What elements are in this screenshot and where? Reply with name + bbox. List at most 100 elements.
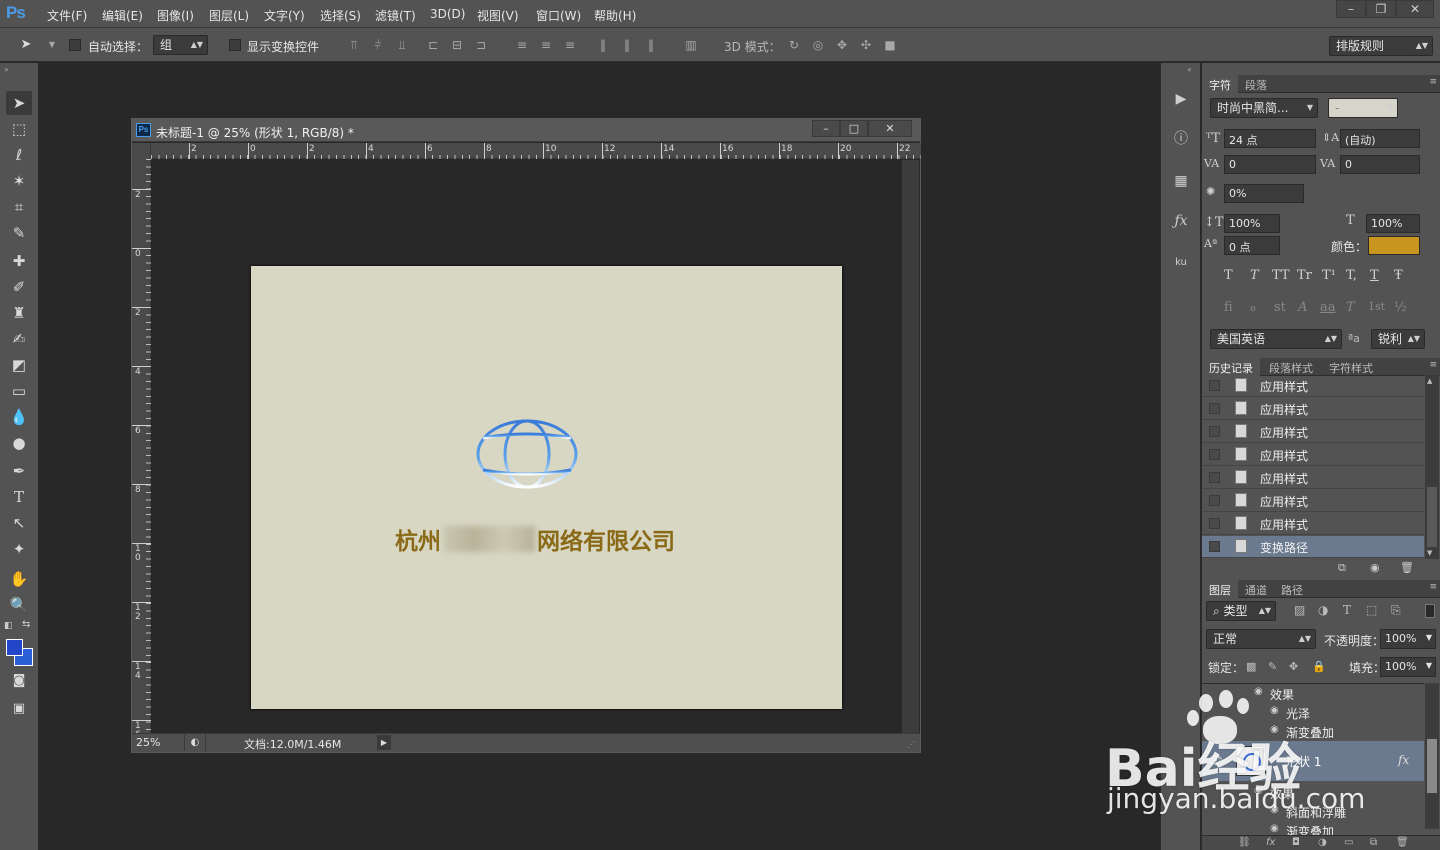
auto-select-checkbox[interactable] bbox=[69, 39, 81, 51]
tab-history[interactable]: 历史记录 bbox=[1202, 358, 1260, 376]
tab-paths[interactable]: 路径 bbox=[1274, 580, 1310, 598]
align-right-icon[interactable]: ⊐ bbox=[473, 37, 489, 53]
distribute-vcenter-icon[interactable]: ≡ bbox=[538, 37, 554, 53]
minimize-button[interactable]: – bbox=[1336, 0, 1366, 18]
document-titlebar[interactable]: Ps 未标题-1 @ 25% (形状 1, RGB/8) * – □ ✕ bbox=[132, 119, 920, 142]
snapshot-camera-icon[interactable]: ◉ bbox=[1370, 561, 1380, 574]
align-left-icon[interactable]: ⊏ bbox=[425, 37, 441, 53]
superscript-icon[interactable]: T¹ bbox=[1322, 268, 1336, 283]
company-name-text[interactable]: 杭州 网络有限公司 bbox=[395, 522, 675, 556]
tab-paragraph-styles[interactable]: 段落样式 bbox=[1262, 358, 1320, 376]
layers-scrollbar[interactable] bbox=[1425, 683, 1439, 829]
effect-eye-icon[interactable]: ◉ bbox=[1270, 823, 1279, 834]
distribute-left-icon[interactable]: ‖ bbox=[595, 37, 611, 53]
screen-mode-icon[interactable]: ▣ bbox=[6, 697, 32, 721]
history-item[interactable]: 应用样式 bbox=[1202, 421, 1424, 443]
filter-type-icon[interactable]: T bbox=[1343, 603, 1351, 617]
canvas-area[interactable]: 杭州 网络有限公司 bbox=[152, 160, 902, 733]
ligatures-icon[interactable]: fi bbox=[1224, 300, 1233, 315]
discretionary-ligatures-icon[interactable]: ℴ bbox=[1250, 300, 1256, 315]
new-group-icon[interactable]: ▭ bbox=[1344, 837, 1353, 848]
layer-row-shape-1[interactable]: 👁 形状 1 fx bbox=[1202, 741, 1424, 781]
auto-align-icon[interactable]: ▥ bbox=[683, 37, 699, 53]
horizontal-scale-field[interactable]: 100% bbox=[1366, 214, 1420, 233]
history-snapshot-checkbox[interactable] bbox=[1209, 403, 1220, 414]
stylistic-alternates-icon[interactable]: st bbox=[1274, 300, 1286, 315]
gradient-tool-icon[interactable]: ▭ bbox=[6, 379, 32, 403]
history-brush-tool-icon[interactable]: ✍ bbox=[6, 327, 32, 351]
ku-icon[interactable]: ku bbox=[1169, 251, 1193, 275]
tracking-field[interactable]: 0 bbox=[1340, 155, 1420, 174]
history-item[interactable]: 应用样式 bbox=[1202, 375, 1424, 397]
layers-panel-menu-icon[interactable]: ≡ bbox=[1429, 582, 1437, 592]
filter-shape-icon[interactable]: ⬚ bbox=[1366, 603, 1377, 617]
character-panel-menu-icon[interactable]: ≡ bbox=[1429, 77, 1437, 87]
tab-channels[interactable]: 通道 bbox=[1238, 580, 1274, 598]
history-scroll-thumb[interactable] bbox=[1427, 487, 1437, 547]
3d-slide-icon[interactable]: ✣ bbox=[858, 37, 874, 53]
tab-paragraph[interactable]: 段落 bbox=[1238, 75, 1274, 93]
history-item[interactable]: 应用样式 bbox=[1202, 444, 1424, 466]
scroll-down-icon[interactable]: ▼ bbox=[1427, 549, 1432, 557]
effect-eye-icon[interactable]: ◉ bbox=[1254, 785, 1263, 796]
delete-layer-icon[interactable]: 🗑 bbox=[1396, 837, 1409, 848]
filter-smart-object-icon[interactable]: ⎘ bbox=[1391, 603, 1401, 618]
align-top-icon[interactable]: ⫪ bbox=[346, 37, 362, 53]
show-transform-checkbox[interactable] bbox=[229, 39, 241, 51]
opacity-field[interactable]: 100% ▼ bbox=[1380, 629, 1436, 649]
foreground-color-swatch[interactable] bbox=[6, 639, 23, 656]
tab-layers[interactable]: 图层 bbox=[1202, 580, 1238, 598]
quick-mask-icon[interactable]: ◙ bbox=[6, 669, 32, 693]
swatches-icon[interactable]: ▦ bbox=[1169, 169, 1193, 193]
font-size-field[interactable]: 24 点 bbox=[1224, 129, 1316, 148]
small-caps-icon[interactable]: Tr bbox=[1297, 268, 1312, 283]
layer-effect-row[interactable]: ◉ 效果 bbox=[1202, 783, 1424, 802]
new-layer-icon[interactable]: ⧉ bbox=[1370, 837, 1377, 848]
brush-tool-icon[interactable]: ✐ bbox=[6, 275, 32, 299]
leading-field[interactable]: (自动) bbox=[1340, 129, 1420, 148]
styles-fx-icon[interactable]: ƒx bbox=[1169, 209, 1193, 233]
strikethrough-icon[interactable]: Ŧ bbox=[1394, 268, 1403, 283]
history-delete-icon[interactable]: 🗑 bbox=[1400, 561, 1414, 574]
3d-rotate-icon[interactable]: ↻ bbox=[786, 37, 802, 53]
tsume-field[interactable]: 0% bbox=[1224, 184, 1304, 203]
effect-eye-icon[interactable]: ◉ bbox=[1270, 724, 1279, 735]
menu-window[interactable]: 窗口(W) bbox=[536, 7, 581, 24]
eraser-tool-icon[interactable]: ◩ bbox=[6, 353, 32, 377]
distribute-hcenter-icon[interactable]: ‖ bbox=[619, 37, 635, 53]
lock-position-icon[interactable]: ✥ bbox=[1289, 660, 1298, 673]
globe-logo[interactable] bbox=[475, 418, 579, 490]
add-mask-icon[interactable]: ◘ bbox=[1292, 837, 1300, 848]
workspace-dropdown[interactable]: 排版规则 ▲▼ bbox=[1329, 36, 1433, 56]
history-item[interactable]: 应用样式 bbox=[1202, 467, 1424, 489]
history-panel-menu-icon[interactable]: ≡ bbox=[1429, 360, 1437, 370]
menu-view[interactable]: 视图(V) bbox=[477, 7, 519, 24]
text-color-swatch[interactable] bbox=[1368, 236, 1420, 255]
history-item[interactable]: 应用样式 bbox=[1202, 490, 1424, 512]
language-dropdown[interactable]: 美国英语 ▲▼ bbox=[1210, 329, 1342, 349]
fill-field[interactable]: 100% ▼ bbox=[1380, 657, 1436, 677]
menu-file[interactable]: 文件(F) bbox=[47, 7, 87, 24]
tab-character[interactable]: 字符 bbox=[1202, 75, 1238, 93]
lock-all-icon[interactable]: 🔒 bbox=[1312, 660, 1326, 673]
align-hcenter-icon[interactable]: ⊟ bbox=[449, 37, 465, 53]
magic-wand-tool-icon[interactable]: ✶ bbox=[6, 169, 32, 193]
effect-eye-icon[interactable]: ◉ bbox=[1270, 705, 1279, 716]
status-menu-arrow-icon[interactable]: ▶ bbox=[377, 735, 391, 750]
menu-3d[interactable]: 3D(D) bbox=[430, 7, 465, 21]
scroll-up-icon[interactable]: ▲ bbox=[1427, 377, 1432, 385]
auto-select-dropdown[interactable]: 组 ▲▼ bbox=[153, 35, 208, 55]
collapse-dock-icon[interactable]: « bbox=[1187, 65, 1192, 74]
faux-italic-icon[interactable]: T bbox=[1250, 268, 1259, 283]
resize-grip-icon[interactable]: ⋰ bbox=[907, 740, 915, 749]
menu-edit[interactable]: 编辑(E) bbox=[102, 7, 143, 24]
history-snapshot-checkbox[interactable] bbox=[1209, 495, 1220, 506]
font-family-dropdown[interactable]: 时尚中黑简... ▼ bbox=[1210, 98, 1318, 118]
distribute-right-icon[interactable]: ‖ bbox=[643, 37, 659, 53]
ordinals-icon[interactable]: 1st bbox=[1368, 300, 1385, 313]
font-style-dropdown[interactable]: - ▼ bbox=[1328, 98, 1398, 118]
lasso-tool-icon[interactable]: ℓ bbox=[6, 143, 32, 167]
move-tool-preset-icon[interactable]: ➤ bbox=[18, 37, 34, 53]
3d-scale-icon[interactable]: ■ bbox=[882, 37, 898, 53]
3d-pan-icon[interactable]: ✥ bbox=[834, 37, 850, 53]
